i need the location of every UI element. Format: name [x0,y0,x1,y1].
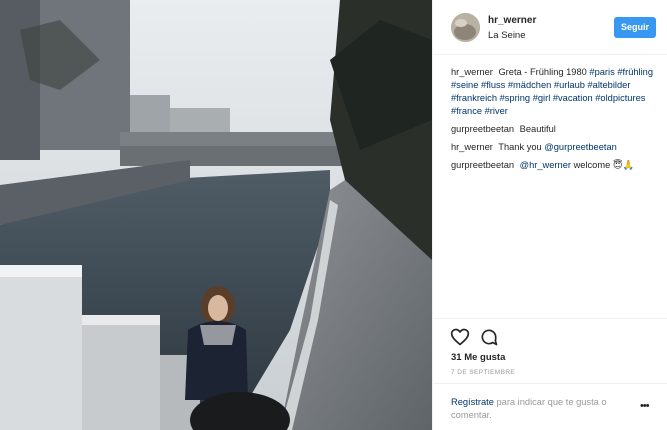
avatar-image-icon [451,13,480,42]
follow-button[interactable]: Seguir [614,17,656,38]
comments-list: hr_werner Greta - Frühling 1980 #paris #… [451,66,661,177]
post-sidebar: hr_werner La Seine Seguir hr_werner Gret… [432,0,667,430]
seine-river-photo [0,0,432,430]
caption: hr_werner Greta - Frühling 1980 #paris #… [451,66,661,118]
speech-bubble-icon[interactable] [479,327,499,347]
hashtag[interactable]: #urlaub [554,80,585,90]
hashtag[interactable]: #mädchen [508,80,551,90]
avatar[interactable] [451,13,480,42]
comment-text: Beautiful [519,124,556,134]
hashtag[interactable]: #frankreich [451,93,497,103]
comment-mention[interactable]: @hr_werner [520,160,571,170]
post-location[interactable]: La Seine [488,30,526,41]
hashtag[interactable]: #oldpictures [595,93,645,103]
post-date: 7 de septiembre [451,369,516,376]
post-actions: 31 Me gusta 7 de septiembre Regístrate p… [433,318,667,430]
heart-outline-icon[interactable] [450,327,470,347]
comment-text: Thank you [498,142,542,152]
post-header: hr_werner La Seine Seguir [433,0,667,55]
comment-item: hr_werner Thank you @gurpreetbeetan [451,141,661,154]
comment-item: gurpreetbeetan @hr_werner welcome 😇🙏 [451,159,661,172]
hashtag[interactable]: #france [451,106,482,116]
signup-link[interactable]: Regístrate [451,397,494,407]
caption-text: Greta - Frühling 1980 [498,67,587,77]
comment-username[interactable]: hr_werner [451,142,493,152]
login-bar: Regístrate para indicar que te gusta o c… [433,383,667,430]
ellipsis-icon[interactable]: ••• [640,400,650,412]
hashtag[interactable]: #vacation [553,93,593,103]
like-count[interactable]: 31 Me gusta [451,352,505,363]
hashtag[interactable]: #altebilder [588,80,631,90]
author-username[interactable]: hr_werner [488,15,536,26]
comment-username[interactable]: gurpreetbeetan [451,124,514,134]
comment-username[interactable]: gurpreetbeetan [451,160,514,170]
caption-username[interactable]: hr_werner [451,67,493,77]
hashtag[interactable]: #paris [589,67,614,77]
post-photo[interactable] [0,0,432,430]
hashtag[interactable]: #seine [451,80,478,90]
comment-item: gurpreetbeetan Beautiful [451,123,661,136]
hashtag[interactable]: #spring [500,93,531,103]
hashtag[interactable]: #frühling [617,67,653,77]
hashtag[interactable]: #river [485,106,508,116]
login-prompt: Regístrate para indicar que te gusta o c… [451,396,626,422]
comment-mention[interactable]: @gurpreetbeetan [544,142,617,152]
comment-text: welcome 😇🙏 [573,160,635,170]
hashtag[interactable]: #girl [533,93,551,103]
hashtag[interactable]: #fluss [481,80,505,90]
